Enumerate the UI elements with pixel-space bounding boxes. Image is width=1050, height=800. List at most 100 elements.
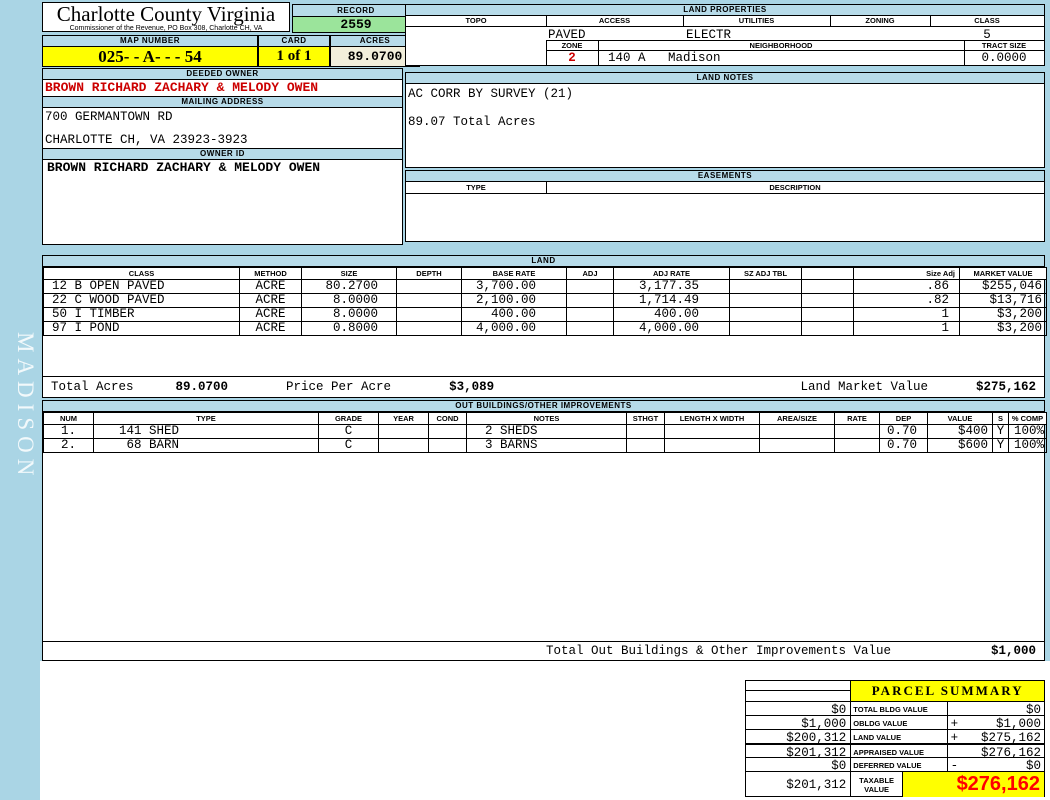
ob-cell — [759, 438, 835, 453]
address-line1: 700 GERMANTOWN RD — [45, 110, 173, 124]
land-col-adj-rate: ADJ RATE — [613, 267, 730, 280]
ob-cell — [428, 424, 467, 439]
ob-cell — [428, 438, 467, 453]
land-cell — [566, 293, 614, 308]
land-cell — [801, 293, 854, 308]
land-cell: 2,100.00 — [461, 293, 567, 308]
ps-row-label: OBLDG VALUE — [850, 716, 946, 729]
ob-cell — [834, 424, 880, 439]
land-cell: 97 I POND — [43, 321, 240, 336]
ps-taxable-label: TAXABLE VALUE — [850, 772, 902, 797]
county-title: Charlotte County Virginia — [56, 2, 276, 26]
ob-cell — [378, 438, 429, 453]
ps-operator: + — [950, 717, 959, 729]
ob-cell: 1. — [43, 424, 94, 439]
land-cell: 0.8000 — [301, 321, 397, 336]
zoning-label: ZONING — [865, 16, 895, 25]
record-value: 2559 — [293, 17, 419, 32]
ob-cell: 2 SHEDS — [466, 424, 627, 439]
ob-cell — [626, 424, 665, 439]
ps-row-taxable: $201,312 TAXABLE VALUE $276,162 — [746, 771, 1044, 797]
land-col-class: CLASS — [43, 267, 240, 280]
land-cell — [801, 307, 854, 322]
zone-label: ZONE — [561, 41, 583, 50]
ps-row-appraised: $201,312 APPRAISED VALUE $276,162 — [746, 743, 1044, 757]
land-note-line2: 89.07 Total Acres — [408, 115, 536, 129]
commissioner-line: Commissioner of the Revenue, PO Box 308,… — [69, 25, 263, 32]
land-col-depth: DEPTH — [396, 267, 462, 280]
owner-box: DEEDED OWNER BROWN RICHARD ZACHARY & MEL… — [42, 68, 403, 245]
land-cell: $13,716 — [959, 293, 1047, 308]
out-building-row: 1. 141 SHED C 2 SHEDS 0.70 $400 Y 100% — [43, 424, 1047, 439]
out-buildings-total-label: Total Out Buildings & Other Improvements… — [546, 644, 892, 658]
ps-row-deferred: $0 DEFERRED VALUE - $0 — [746, 757, 1044, 771]
land-col-size: SIZE — [301, 267, 397, 280]
map-number-label: MAP NUMBER — [43, 36, 257, 47]
ps-amount: $276,162 — [980, 746, 1041, 757]
map-number-value: 025- - A- - - 54 — [43, 47, 257, 66]
land-cell — [566, 307, 614, 322]
ps-amount: $0 — [1025, 703, 1041, 715]
ps-row-value-cell: - $0 — [946, 758, 1044, 771]
tract-size-label: TRACT SIZE — [981, 41, 1027, 50]
ob-col-type: TYPE — [93, 412, 319, 425]
land-cell — [801, 321, 854, 336]
land-col-market-value: MARKET VALUE — [959, 267, 1047, 280]
ob-cell — [626, 438, 665, 453]
ps-taxable-value: $276,162 — [901, 772, 1044, 797]
ob-cell: 68 BARN — [93, 438, 319, 453]
record-box: RECORD 2559 — [292, 4, 420, 33]
land-cell — [566, 321, 614, 336]
county-header-box: Charlotte County Virginia Commissioner o… — [42, 2, 290, 32]
land-cell: 400.00 — [613, 307, 730, 322]
land-properties-title: LAND PROPERTIES — [406, 5, 1044, 16]
land-col-blank — [801, 267, 854, 280]
land-table-header-row: CLASS METHOD SIZE DEPTH BASE RATE ADJ AD… — [43, 267, 1047, 280]
ps-prev-value: $0 — [831, 759, 847, 771]
land-cell: 3,700.00 — [461, 279, 567, 294]
out-buildings-total-value: $1,000 — [990, 644, 1036, 658]
class-label: CLASS — [974, 16, 1000, 25]
land-cell — [396, 279, 462, 294]
land-cell: 50 I TIMBER — [43, 307, 240, 322]
land-cell: 8.0000 — [301, 293, 397, 308]
owner-id-value: BROWN RICHARD ZACHARY & MELODY OWEN — [47, 160, 321, 175]
land-cell: ACRE — [239, 279, 302, 294]
neighborhood-name: Madison — [668, 51, 721, 65]
land-col-size-adj: Size Adj — [853, 267, 960, 280]
easement-type-label: TYPE — [466, 183, 486, 192]
ob-cell: 100% — [1008, 424, 1047, 439]
ob-cell: 141 SHED — [93, 424, 319, 439]
land-cell: 1 — [853, 307, 960, 322]
address-line2: CHARLOTTE CH, VA 23923-3923 — [45, 133, 248, 147]
out-buildings-box: OUT BUILDINGS/OTHER IMPROVEMENTS NUM TYP… — [42, 400, 1047, 661]
record-label: RECORD — [293, 5, 419, 17]
ob-cell: 0.70 — [879, 438, 928, 453]
out-buildings-table: NUM TYPE GRADE YEAR COND NOTES STHGT LEN… — [43, 412, 1047, 453]
land-row: 22 C WOOD PAVED ACRE 8.0000 2,100.00 1,7… — [43, 293, 1047, 308]
access-label: ACCESS — [598, 16, 631, 25]
land-col-sz-adj-tbl: SZ ADJ TBL — [729, 267, 802, 280]
out-buildings-total-row: Total Out Buildings & Other Improvements… — [43, 641, 1044, 660]
deeded-owner-value: BROWN RICHARD ZACHARY & MELODY OWEN — [43, 80, 402, 97]
ob-cell: 100% — [1008, 438, 1047, 453]
utilities-label: UTILITIES — [738, 16, 775, 25]
land-totals-row: Total Acres 89.0700 Price Per Acre $3,08… — [43, 376, 1044, 397]
ps-amount: $1,000 — [995, 717, 1041, 729]
ob-col-value: VALUE — [927, 412, 993, 425]
ob-col-length-width: LENGTH X WIDTH — [664, 412, 760, 425]
neighborhood-code: 140 A — [608, 51, 646, 65]
ob-cell: $400 — [927, 424, 993, 439]
land-cell: .86 — [853, 279, 960, 294]
ob-cell: C — [318, 438, 379, 453]
land-cell: 400.00 — [461, 307, 567, 322]
land-cell: $3,200 — [959, 321, 1047, 336]
ob-col-num: NUM — [43, 412, 94, 425]
ob-cell — [378, 424, 429, 439]
ps-prev-value: $201,312 — [786, 746, 847, 757]
neighborhood-label: NEIGHBORHOOD — [749, 41, 813, 50]
ps-amount: $275,162 — [980, 731, 1041, 743]
land-cell — [729, 293, 802, 308]
map-number-box: MAP NUMBER 025- - A- - - 54 — [42, 35, 258, 67]
ob-col-area-size: AREA/SIZE — [759, 412, 835, 425]
